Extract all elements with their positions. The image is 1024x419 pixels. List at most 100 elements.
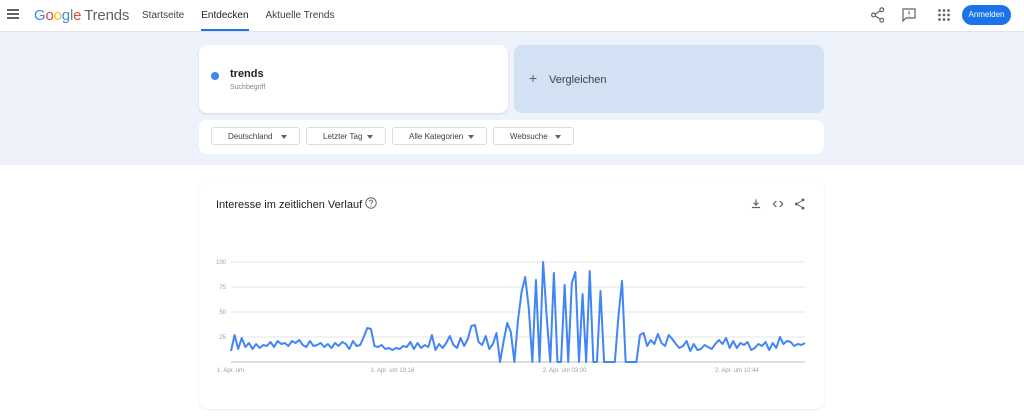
data-point[interactable] <box>391 348 395 352</box>
hamburger-menu-icon[interactable] <box>7 9 19 21</box>
data-point[interactable] <box>419 346 423 350</box>
data-point[interactable] <box>559 360 563 364</box>
data-point[interactable] <box>383 347 387 351</box>
data-point[interactable] <box>473 323 477 327</box>
data-point[interactable] <box>592 360 596 364</box>
data-point[interactable] <box>642 331 646 335</box>
data-point[interactable] <box>261 343 265 347</box>
data-point[interactable] <box>272 345 276 349</box>
data-point[interactable] <box>283 341 287 345</box>
data-point[interactable] <box>531 360 535 364</box>
data-point[interactable] <box>696 348 700 352</box>
data-point[interactable] <box>721 342 725 346</box>
data-point[interactable] <box>423 343 427 347</box>
data-point[interactable] <box>803 341 807 345</box>
share-icon[interactable] <box>869 6 887 24</box>
data-point[interactable] <box>577 360 581 364</box>
data-point[interactable] <box>498 360 502 364</box>
compare-button[interactable]: + Vergleichen <box>514 45 824 113</box>
data-point[interactable] <box>753 346 757 350</box>
data-point[interactable] <box>782 342 786 346</box>
apps-icon[interactable] <box>935 6 953 24</box>
data-point[interactable] <box>653 342 657 346</box>
data-point[interactable] <box>739 341 743 345</box>
data-point[interactable] <box>645 344 649 348</box>
data-point[interactable] <box>348 347 352 351</box>
data-point[interactable] <box>380 343 384 347</box>
data-point[interactable] <box>778 335 782 339</box>
data-point[interactable] <box>724 336 728 340</box>
data-point[interactable] <box>340 340 344 344</box>
data-point[interactable] <box>369 327 373 331</box>
data-point[interactable] <box>265 344 269 348</box>
nav-startseite[interactable]: Startseite <box>142 0 184 31</box>
filter-category[interactable]: Alle Kategorien <box>392 127 487 145</box>
data-point[interactable] <box>527 306 531 310</box>
data-point[interactable] <box>613 360 617 364</box>
data-point[interactable] <box>588 269 592 273</box>
data-point[interactable] <box>728 346 732 350</box>
data-point[interactable] <box>670 337 674 341</box>
data-point[interactable] <box>405 345 409 349</box>
data-point[interactable] <box>749 348 753 352</box>
data-point[interactable] <box>434 348 438 352</box>
data-point[interactable] <box>305 345 309 349</box>
data-point[interactable] <box>509 330 513 334</box>
data-point[interactable] <box>488 347 492 351</box>
data-point[interactable] <box>351 339 355 343</box>
data-point[interactable] <box>584 360 588 364</box>
data-point[interactable] <box>355 344 359 348</box>
data-point[interactable] <box>326 342 330 346</box>
data-point[interactable] <box>258 346 262 350</box>
data-point[interactable] <box>574 270 578 274</box>
data-point[interactable] <box>466 337 470 341</box>
data-point[interactable] <box>609 360 613 364</box>
data-point[interactable] <box>760 344 764 348</box>
data-point[interactable] <box>681 344 685 348</box>
data-point[interactable] <box>416 341 420 345</box>
data-point[interactable] <box>233 333 237 337</box>
data-point[interactable] <box>251 347 255 351</box>
sign-in-button[interactable]: Anmelden <box>962 5 1011 25</box>
data-point[interactable] <box>480 343 484 347</box>
data-point[interactable] <box>656 332 660 336</box>
data-point[interactable] <box>735 346 739 350</box>
data-point[interactable] <box>398 347 402 351</box>
data-point[interactable] <box>757 342 761 346</box>
data-point[interactable] <box>373 344 377 348</box>
data-point[interactable] <box>279 342 283 346</box>
data-point[interactable] <box>602 360 606 364</box>
data-point[interactable] <box>401 344 405 348</box>
data-point[interactable] <box>541 260 545 264</box>
data-point[interactable] <box>448 334 452 338</box>
data-point[interactable] <box>710 347 714 351</box>
data-point[interactable] <box>649 338 653 342</box>
data-point[interactable] <box>792 344 796 348</box>
data-point[interactable] <box>513 360 517 364</box>
data-point[interactable] <box>477 340 481 344</box>
data-point[interactable] <box>624 360 628 364</box>
data-point[interactable] <box>685 339 689 343</box>
data-point[interactable] <box>247 341 251 345</box>
nav-aktuelle-trends[interactable]: Aktuelle Trends <box>266 0 335 31</box>
data-point[interactable] <box>617 314 621 318</box>
data-point[interactable] <box>764 340 768 344</box>
data-point[interactable] <box>771 341 775 345</box>
data-point[interactable] <box>731 339 735 343</box>
google-trends-logo[interactable]: Google Trends <box>34 7 129 24</box>
data-point[interactable] <box>322 345 326 349</box>
data-point[interactable] <box>297 338 301 342</box>
data-point[interactable] <box>570 281 574 285</box>
data-point[interactable] <box>455 346 459 350</box>
data-point[interactable] <box>301 343 305 347</box>
data-point[interactable] <box>706 345 710 349</box>
data-point[interactable] <box>409 340 413 344</box>
data-point[interactable] <box>678 346 682 350</box>
data-point[interactable] <box>441 346 445 350</box>
data-point[interactable] <box>703 343 707 347</box>
data-point[interactable] <box>240 336 244 340</box>
data-point[interactable] <box>269 340 273 344</box>
data-point[interactable] <box>444 341 448 345</box>
data-point[interactable] <box>505 321 509 325</box>
data-point[interactable] <box>312 344 316 348</box>
